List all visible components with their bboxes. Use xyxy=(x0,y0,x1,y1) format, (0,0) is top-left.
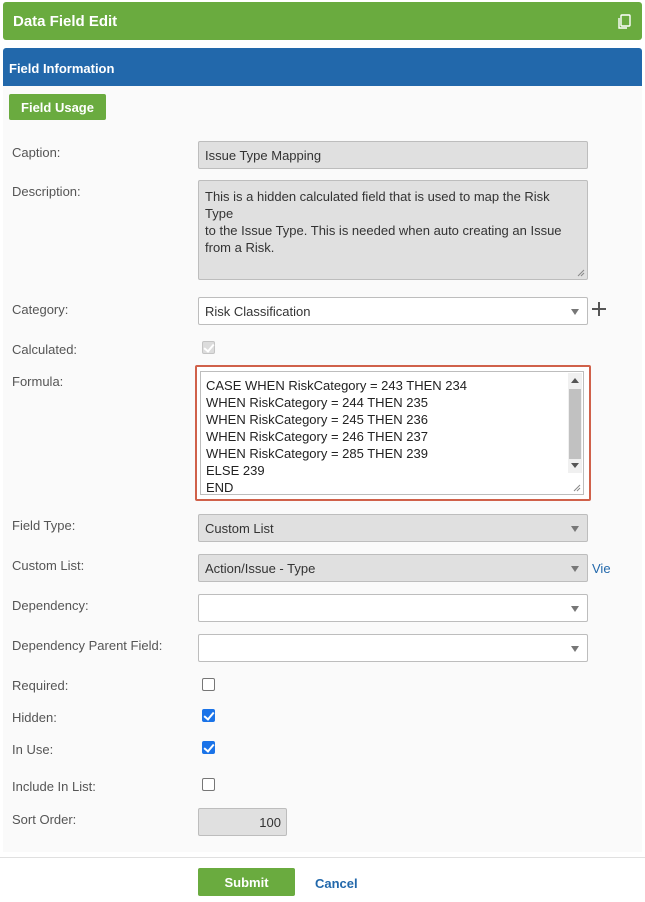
window-title: Data Field Edit xyxy=(13,13,118,30)
chevron-down-icon xyxy=(571,526,579,532)
in-use-checkbox[interactable] xyxy=(202,741,215,754)
section-title: Field Information xyxy=(9,61,115,76)
include-in-list-label: Include In List: xyxy=(12,779,96,794)
field-type-label: Field Type: xyxy=(12,518,76,533)
formula-line: CASE WHEN RiskCategory = 243 THEN 234 xyxy=(206,378,467,393)
scroll-thumb[interactable] xyxy=(569,389,581,459)
category-select[interactable]: Risk Classification xyxy=(198,297,588,325)
required-checkbox[interactable] xyxy=(202,678,215,691)
custom-list-select[interactable]: Action/Issue - Type xyxy=(198,554,588,582)
custom-list-value: Action/Issue - Type xyxy=(205,561,316,576)
formula-textarea[interactable]: CASE WHEN RiskCategory = 243 THEN 234 WH… xyxy=(200,371,584,495)
resize-handle-icon[interactable] xyxy=(577,269,585,277)
dependency-select[interactable] xyxy=(198,594,588,622)
description-line: to the Issue Type. This is needed when a… xyxy=(205,223,562,238)
chevron-down-icon xyxy=(571,646,579,652)
caption-field[interactable]: Issue Type Mapping xyxy=(198,141,588,169)
category-label: Category: xyxy=(12,302,69,317)
formula-line: WHEN RiskCategory = 244 THEN 235 xyxy=(206,395,428,410)
resize-handle-icon[interactable] xyxy=(573,484,581,492)
scroll-down-icon[interactable] xyxy=(571,463,579,468)
category-value: Risk Classification xyxy=(205,304,311,319)
formula-line: END xyxy=(206,480,234,495)
hidden-checkbox[interactable] xyxy=(202,709,215,722)
formula-scrollbar[interactable] xyxy=(568,373,582,473)
in-use-label: In Use: xyxy=(12,742,54,757)
submit-button[interactable]: Submit xyxy=(198,868,295,896)
required-label: Required: xyxy=(12,678,69,693)
window-titlebar: Data Field Edit xyxy=(3,2,642,40)
chevron-down-icon xyxy=(571,309,579,315)
calculated-label: Calculated: xyxy=(12,342,78,357)
description-label: Description: xyxy=(12,184,81,199)
formula-line: ELSE 239 xyxy=(206,463,265,478)
field-type-value: Custom List xyxy=(205,521,274,536)
popout-icon[interactable] xyxy=(616,14,632,30)
description-line: This is a hidden calculated field that i… xyxy=(205,189,550,221)
section-header: Field Information xyxy=(3,48,642,86)
calculated-checkbox[interactable] xyxy=(202,341,215,354)
cancel-link[interactable]: Cancel xyxy=(315,876,358,891)
add-category-icon[interactable] xyxy=(592,302,606,316)
dependency-label: Dependency: xyxy=(12,598,89,613)
hidden-label: Hidden: xyxy=(12,710,57,725)
custom-list-label: Custom List: xyxy=(12,558,85,573)
dependency-parent-select[interactable] xyxy=(198,634,588,662)
dependency-parent-label: Dependency Parent Field: xyxy=(12,638,163,653)
scroll-up-icon[interactable] xyxy=(571,378,579,383)
formula-line: WHEN RiskCategory = 285 THEN 239 xyxy=(206,446,428,461)
field-type-select[interactable]: Custom List xyxy=(198,514,588,542)
formula-line: WHEN RiskCategory = 245 THEN 236 xyxy=(206,412,428,427)
include-in-list-checkbox[interactable] xyxy=(202,778,215,791)
view-custom-list-link[interactable]: Vie xyxy=(592,561,611,576)
chevron-down-icon xyxy=(571,606,579,612)
formula-label: Formula: xyxy=(12,374,64,389)
sort-order-label: Sort Order: xyxy=(12,812,77,827)
description-line: from a Risk. xyxy=(205,240,275,255)
sort-order-input[interactable]: 100 xyxy=(198,808,287,836)
formula-line: WHEN RiskCategory = 246 THEN 237 xyxy=(206,429,428,444)
chevron-down-icon xyxy=(571,566,579,572)
caption-label: Caption: xyxy=(12,145,61,160)
field-usage-button[interactable]: Field Usage xyxy=(9,94,106,120)
formula-highlight: CASE WHEN RiskCategory = 243 THEN 234 WH… xyxy=(195,365,591,501)
footer-divider xyxy=(0,857,645,858)
description-field[interactable]: This is a hidden calculated field that i… xyxy=(198,180,588,280)
